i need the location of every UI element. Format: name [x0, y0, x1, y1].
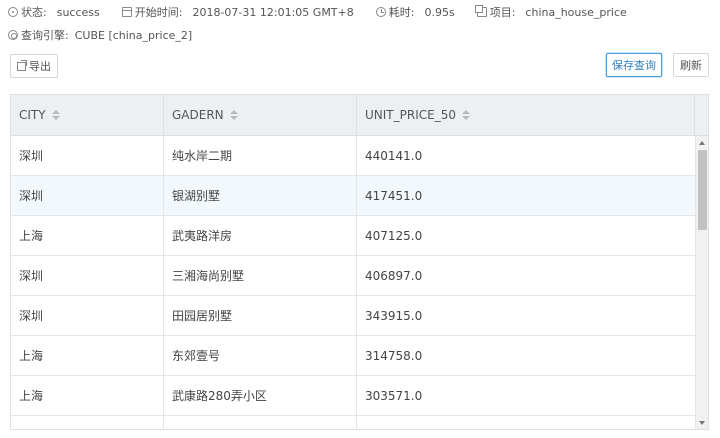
start-time-info: 开始时间: 2018-07-31 12:01:05 GMT+8: [121, 4, 354, 20]
table-row[interactable]: 深圳 三湘海尚别墅 406897.0: [11, 256, 695, 296]
start-time-label: 开始时间:: [134, 6, 183, 19]
cell-city: 深圳: [11, 176, 164, 215]
save-query-button[interactable]: 保存查询: [606, 53, 662, 77]
engine-info: 查询引擎: CUBE [china_price_2]: [8, 27, 192, 43]
cell-unit-price: 314758.0: [365, 348, 423, 363]
duration-label: 耗时:: [388, 6, 415, 19]
cell-gadern: 银湖别墅: [164, 176, 357, 215]
cell-gadern: 三湘海尚别墅: [164, 256, 357, 295]
cell-gadern: 田园居别墅: [164, 296, 357, 335]
cell-city: 上海: [11, 376, 164, 415]
header-spacer: [695, 95, 708, 135]
column-header-city[interactable]: CITY: [11, 95, 164, 135]
project-icon: [474, 5, 487, 17]
duration-value: 0.95s: [424, 5, 455, 19]
engine-label: 查询引擎:: [21, 29, 69, 42]
scroll-up-arrow-icon[interactable]: [699, 141, 705, 145]
status-label: 状态:: [21, 6, 47, 19]
column-header-label: GADERN: [172, 108, 224, 122]
table-row[interactable]: 深圳 纯水岸二期 440141.0: [11, 136, 695, 176]
cell-gadern: 纯水岸二期: [164, 136, 357, 175]
table-row[interactable]: 上海 武康路280弄小区 303571.0: [11, 376, 695, 416]
column-header-unit-price[interactable]: UNIT_PRICE_50: [357, 95, 695, 135]
table-row[interactable]: 上海 武夷路洋房 407125.0: [11, 216, 695, 256]
cell-city: 深圳: [11, 296, 164, 335]
column-header-gadern[interactable]: GADERN: [164, 95, 357, 135]
duration-info: 耗时: 0.95s: [375, 4, 455, 20]
cell-unit-price: 406897.0: [365, 268, 423, 283]
results-table: CITY GADERN UNIT_PRICE_50 深圳 纯水岸二期 44014…: [10, 94, 709, 430]
column-header-label: CITY: [19, 108, 46, 122]
cell-city: [11, 416, 164, 429]
project-label: 项目:: [489, 6, 516, 19]
cell-unit-price: 440141.0: [365, 148, 423, 163]
table-row[interactable]: 深圳 田园居别墅 343915.0: [11, 296, 695, 336]
table-row-partial[interactable]: [11, 416, 695, 429]
cell-city: 深圳: [11, 256, 164, 295]
cell-gadern: [164, 416, 357, 429]
refresh-button[interactable]: 刷新: [673, 53, 709, 77]
export-button-label: 导出: [29, 60, 51, 73]
column-header-label: UNIT_PRICE_50: [365, 108, 456, 122]
engine-icon: [8, 30, 18, 40]
cell-city: 上海: [11, 336, 164, 375]
table-header: CITY GADERN UNIT_PRICE_50: [11, 95, 708, 136]
engine-info-bar: 查询引擎: CUBE [china_price_2]: [8, 27, 214, 43]
export-icon: [17, 59, 27, 71]
cell-gadern: 武夷路洋房: [164, 216, 357, 255]
table-body: 深圳 纯水岸二期 440141.0 深圳 银湖别墅 417451.0 上海 武夷…: [11, 136, 695, 429]
sort-icon: [461, 110, 470, 120]
cell-unit-price: [357, 416, 695, 429]
engine-value: CUBE [china_price_2]: [74, 28, 193, 42]
table-row[interactable]: 上海 东郊壹号 314758.0: [11, 336, 695, 376]
query-info-bar: 状态: success 开始时间: 2018-07-31 12:01:05 GM…: [8, 4, 649, 20]
cell-unit-price: 417451.0: [365, 188, 423, 203]
calendar-icon: [121, 7, 132, 17]
export-button[interactable]: 导出: [10, 54, 58, 78]
status-icon: [8, 7, 18, 17]
status-info: 状态: success: [8, 4, 100, 20]
cell-unit-price: 303571.0: [365, 388, 423, 403]
clock-icon: [375, 7, 386, 17]
scroll-down-arrow-icon[interactable]: [699, 421, 705, 425]
scrollbar-thumb[interactable]: [698, 150, 707, 230]
project-value: china_house_price: [525, 5, 627, 19]
cell-unit-price: 407125.0: [365, 228, 423, 243]
table-row[interactable]: 深圳 银湖别墅 417451.0: [11, 176, 695, 216]
cell-gadern: 武康路280弄小区: [164, 376, 357, 415]
cell-gadern: 东郊壹号: [164, 336, 357, 375]
status-value: success: [56, 5, 100, 19]
start-time-value: 2018-07-31 12:01:05 GMT+8: [192, 5, 354, 19]
cell-city: 深圳: [11, 136, 164, 175]
cell-unit-price: 343915.0: [365, 308, 423, 323]
vertical-scrollbar[interactable]: [695, 136, 708, 429]
project-info: 项目: china_house_price: [474, 4, 627, 20]
sort-icon: [51, 110, 60, 120]
sort-icon: [229, 110, 238, 120]
cell-city: 上海: [11, 216, 164, 255]
